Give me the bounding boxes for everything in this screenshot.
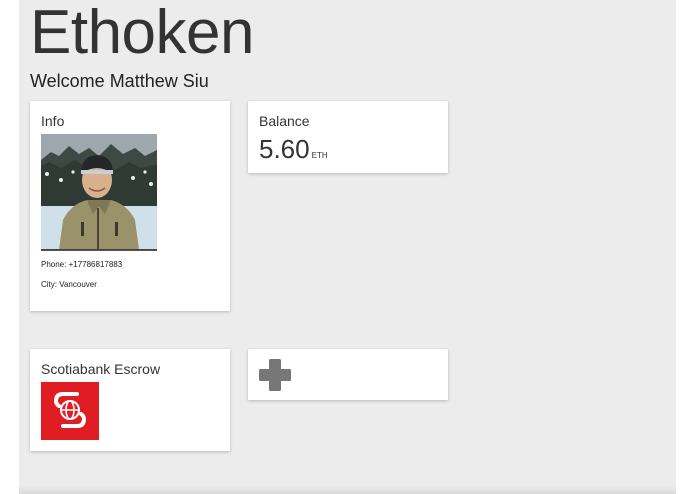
- info-card: Info Phone: +17786817883 City: Vancouver: [30, 101, 230, 311]
- profile-photo: [41, 134, 157, 251]
- balance-value: 5.60: [259, 134, 310, 164]
- bottom-shadow: [19, 486, 676, 494]
- info-city: City: Vancouver: [41, 280, 97, 289]
- plus-icon[interactable]: [257, 357, 293, 393]
- balance-card: Balance 5.60 ETH: [248, 101, 448, 173]
- info-card-title: Info: [41, 113, 65, 129]
- app-title: Ethoken: [30, 0, 255, 67]
- app-container: Ethoken Welcome Matthew Siu Info Phone: …: [19, 0, 676, 494]
- info-phone: Phone: +17786817883: [41, 260, 123, 269]
- escrow-card-title: Scotiabank Escrow: [41, 361, 161, 377]
- balance-unit: ETH: [311, 151, 328, 160]
- balance-amount: 5.60 ETH: [259, 134, 328, 164]
- escrow-card[interactable]: Scotiabank Escrow: [30, 349, 230, 451]
- welcome-message: Welcome Matthew Siu: [30, 71, 209, 91]
- add-card[interactable]: [248, 349, 448, 400]
- scotiabank-logo-icon: [41, 382, 99, 440]
- balance-card-title: Balance: [259, 113, 310, 129]
